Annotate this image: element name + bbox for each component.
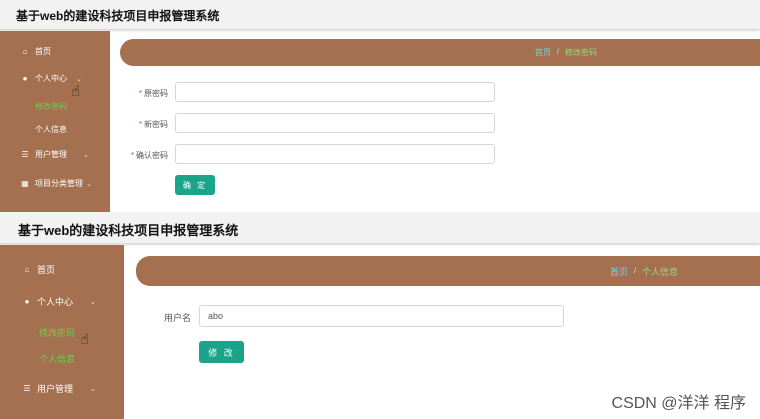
modify-button[interactable]: 修 改 [199, 341, 244, 363]
sidebar-item-category-management[interactable]: ▦ 项目分类管理 ⌄ [20, 178, 110, 189]
sidebar-item-label: 首页 [35, 47, 51, 56]
app-title: 基于web的建设科技项目申报管理系统 [16, 9, 220, 23]
breadcrumb-home[interactable]: 首页 [535, 47, 551, 58]
sidebar-item-label: 用户管理 [35, 150, 67, 159]
sidebar-item-personal-center[interactable]: ● 个人中心 ⌄ [22, 295, 124, 308]
hand-cursor-icon: ☝ [71, 83, 81, 100]
personal-info-screen: 基于web的建设科技项目申报管理系统 ⌂ 首页 ● 个人中心 ⌄ 修改密码 个人… [0, 212, 760, 419]
home-icon: ⌂ [22, 47, 28, 56]
old-password-input[interactable] [175, 82, 495, 102]
breadcrumb-current: 个人信息 [641, 267, 678, 277]
sidebar-subitem-personal-info[interactable]: 个人信息 [35, 124, 67, 135]
sidebar-item-label: 用户管理 [37, 384, 74, 394]
breadcrumb-bar: 首页 / 个人信息 [136, 256, 760, 286]
user-icon: ● [22, 74, 28, 83]
chevron-down-icon: ⌄ [90, 298, 96, 306]
breadcrumb-current: 修改密码 [564, 48, 597, 57]
watermark: CSDN @洋洋 程序 [611, 395, 746, 412]
required-mark: * [130, 151, 134, 160]
username-label: 用户名 [163, 313, 191, 323]
sidebar: ⌂ 首页 ● 个人中心 ⌄ 修改密码 个人信息 ☰ 用户管理 ⌄ ▦ 项目分类管… [0, 31, 110, 212]
home-icon: ⌂ [24, 265, 30, 274]
confirm-button[interactable]: 确 定 [175, 175, 215, 195]
chevron-down-icon: ⌄ [83, 151, 89, 159]
hand-cursor-icon: ☝ [80, 331, 90, 348]
sidebar-item-user-management[interactable]: ☰ 用户管理 ⌄ [20, 149, 110, 160]
user-icon: ● [24, 297, 30, 306]
username-input[interactable] [199, 305, 564, 327]
old-password-label: * 原密码 [138, 89, 168, 98]
menu-icon: ☰ [21, 150, 29, 159]
confirm-password-input[interactable] [175, 144, 495, 164]
chevron-down-icon: ⌄ [76, 75, 82, 83]
sidebar-subitem-personal-info[interactable]: 个人信息 [39, 352, 75, 365]
chevron-down-icon: ⌄ [90, 385, 96, 393]
breadcrumb-home[interactable]: 首页 [610, 265, 628, 278]
sidebar-item-label: 项目分类管理 [35, 179, 83, 188]
breadcrumb-separator: / [634, 268, 636, 275]
new-password-input[interactable] [175, 113, 495, 133]
sidebar-item-personal-center[interactable]: ● 个人中心 ⌄ [20, 73, 110, 84]
sidebar-item-home[interactable]: ⌂ 首页 [20, 46, 110, 57]
breadcrumb: 首页 / 修改密码 [535, 47, 597, 58]
breadcrumb-bar: 首页 / 修改密码 [120, 39, 760, 66]
confirm-password-label: * 确认密码 [130, 151, 168, 160]
sidebar-item-home[interactable]: ⌂ 首页 [22, 263, 124, 276]
sidebar-subitem-change-password[interactable]: 修改密码 [35, 101, 67, 112]
sidebar-item-label: 个人中心 [37, 297, 74, 307]
sidebar: ⌂ 首页 ● 个人中心 ⌄ 修改密码 个人信息 ☰ 用户管理 ⌄ [0, 245, 124, 419]
sidebar-subitem-change-password[interactable]: 修改密码 [39, 326, 75, 339]
sidebar-item-user-management[interactable]: ☰ 用户管理 ⌄ [22, 382, 124, 395]
required-mark: * [138, 120, 142, 129]
menu-icon: ☰ [23, 384, 31, 393]
change-password-screen: 基于web的建设科技项目申报管理系统 ⌂ 首页 ● 个人中心 ⌄ 修改密码 个人… [0, 0, 760, 212]
breadcrumb-separator: / [557, 49, 559, 56]
new-password-label: * 新密码 [138, 120, 168, 129]
top-header: 基于web的建设科技项目申报管理系统 [0, 0, 760, 30]
app-title: 基于web的建设科技项目申报管理系统 [18, 223, 239, 238]
sidebar-item-label: 首页 [37, 265, 56, 275]
breadcrumb: 首页 / 个人信息 [610, 265, 678, 278]
required-mark: * [138, 89, 142, 98]
top-header: 基于web的建设科技项目申报管理系统 [0, 212, 760, 244]
grid-icon: ▦ [21, 179, 29, 188]
sidebar-item-label: 个人中心 [35, 74, 67, 83]
chevron-down-icon: ⌄ [86, 180, 92, 188]
